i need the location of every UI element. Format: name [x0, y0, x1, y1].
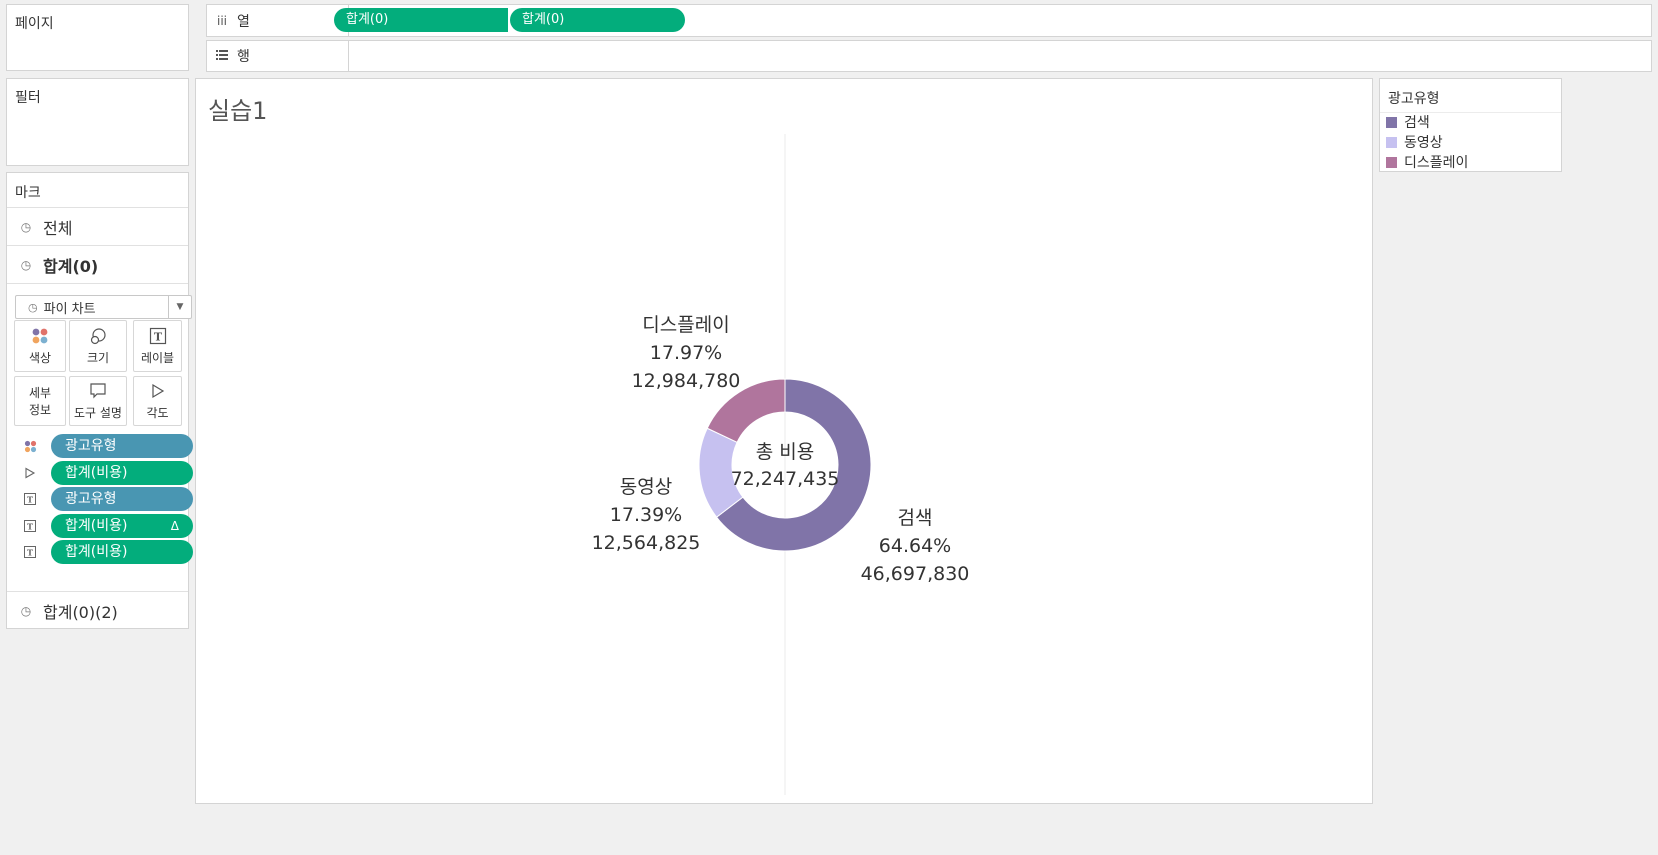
slice-label-value: 12,564,825 [591, 532, 701, 554]
size-button-label: 크기 [86, 350, 110, 365]
slice-label-category: 동영상 [619, 476, 673, 498]
center-title: 총 비용 [755, 441, 815, 463]
columns-label: 열 [237, 13, 250, 30]
tooltip-button[interactable]: 도구 설명 [69, 376, 127, 426]
label-icon: T [149, 327, 166, 344]
color-legend[interactable]: 광고유형 검색 동영상 디스플레이 [1379, 78, 1562, 172]
mark-pill-row: T 광고유형 [21, 487, 193, 511]
svg-text:T: T [27, 522, 33, 532]
filters-title: 필터 [15, 90, 41, 106]
pages-title: 페이지 [15, 16, 54, 32]
slice-label-category: 검색 [897, 507, 933, 529]
center-value: 72,247,435 [730, 468, 840, 490]
label-icon: T [23, 545, 37, 559]
divider [7, 283, 188, 284]
mark-pill-label-cost-pct-text: 합계(비용) [65, 518, 128, 534]
marks-layer-sum0[interactable]: ◷ 합계(0) [7, 245, 188, 284]
slice-label-category: 디스플레이 [642, 314, 730, 336]
angle-button[interactable]: 각도 [133, 376, 182, 426]
legend-item-label: 검색 [1404, 115, 1430, 131]
mark-pill-row: 광고유형 [21, 434, 193, 458]
color-button-label: 색상 [28, 350, 52, 365]
marks-title: 마크 [15, 185, 41, 201]
mark-pill-row: T 합계(비용) Δ [21, 514, 193, 538]
tooltip-button-label: 도구 설명 [74, 405, 122, 420]
angle-icon [23, 466, 37, 480]
chevron-down-icon[interactable]: ▼ [168, 296, 191, 318]
delta-icon: Δ [170, 519, 179, 533]
columns-pill-2[interactable]: 합계(0) [510, 8, 685, 32]
marks-card: 마크 ◷ 전체 ◷ 합계(0) ◷ 파이 차트 ▼ 색상 크기 T 레이블 세부… [6, 172, 193, 629]
mark-pill-color-adtype[interactable]: 광고유형 [51, 434, 193, 458]
tooltip-icon [90, 382, 106, 398]
marks-layer-sum0-2-label: 합계(0)(2) [43, 602, 118, 622]
svg-text:T: T [27, 548, 33, 558]
columns-pill-1[interactable]: 합계(0) [334, 8, 508, 32]
mark-type-label: 파이 차트 [43, 301, 96, 317]
slice-label-percent: 17.39% [609, 504, 683, 526]
marks-layer-all[interactable]: ◷ 전체 [7, 207, 188, 246]
pie-clock-icon: ◷ [20, 220, 32, 234]
detail-button-label-2: 정보 [28, 403, 52, 417]
legend-item-label: 동영상 [1404, 135, 1443, 151]
view-canvas[interactable]: 실습1 총 비용 72,247,435 디스플레이 17.97% 12,984,… [195, 78, 1373, 804]
legend-item-search[interactable]: 검색 [1386, 112, 1430, 132]
slice-label-percent: 64.64% [878, 535, 952, 557]
label-icon: T [23, 492, 37, 506]
columns-shelf-label: iii 열 [207, 5, 349, 36]
marks-layer-sum0-label: 합계(0) [43, 257, 99, 276]
mark-type-dropdown[interactable]: ◷ 파이 차트 ▼ [15, 295, 192, 319]
slice-label-search: 검색 64.64% 46,697,830 [845, 504, 985, 588]
legend-swatch [1386, 116, 1397, 128]
mark-pill-label-cost-pct[interactable]: 합계(비용) Δ [51, 514, 193, 538]
slice-label-value: 12,984,780 [631, 370, 741, 392]
marks-layer-sum0-2[interactable]: ◷ 합계(0)(2) [7, 591, 188, 629]
rows-label: 행 [237, 49, 250, 65]
svg-text:T: T [153, 330, 162, 343]
legend-swatch [1386, 156, 1397, 168]
color-dots-icon [23, 439, 37, 453]
svg-text:T: T [27, 495, 33, 505]
donut-center-label: 총 비용 72,247,435 [705, 439, 865, 493]
rows-icon [215, 49, 229, 63]
slice-label-video: 동영상 17.39% 12,564,825 [576, 473, 716, 557]
pie-clock-icon: ◷ [28, 300, 38, 314]
rows-shelf-label: 행 [207, 41, 349, 71]
color-dots-icon [32, 328, 48, 343]
pie-clock-icon: ◷ [20, 603, 32, 618]
legend-title: 광고유형 [1388, 91, 1440, 107]
pages-card[interactable]: 페이지 [6, 4, 189, 71]
slice-label-percent: 17.97% [649, 342, 723, 364]
legend-item-display[interactable]: 디스플레이 [1386, 152, 1468, 172]
mark-pill-angle-cost[interactable]: 합계(비용) [51, 461, 193, 485]
filters-card[interactable]: 필터 [6, 78, 189, 166]
slice-label-display: 디스플레이 17.97% 12,984,780 [616, 311, 756, 395]
angle-button-label: 각도 [146, 405, 169, 420]
size-button[interactable]: 크기 [69, 320, 127, 372]
rows-shelf[interactable]: 행 [206, 40, 1652, 72]
color-button[interactable]: 색상 [14, 320, 66, 372]
legend-item-label: 디스플레이 [1404, 155, 1469, 171]
slice-label-value: 46,697,830 [860, 563, 970, 585]
label-icon: T [23, 519, 37, 533]
mark-pill-label-cost[interactable]: 합계(비용) [51, 540, 193, 564]
legend-item-video[interactable]: 동영상 [1386, 132, 1443, 152]
label-button-label: 레이블 [140, 350, 175, 365]
detail-button-label-1: 세부 [28, 386, 52, 400]
marks-layer-all-label: 전체 [43, 219, 73, 238]
mark-pill-label-adtype[interactable]: 광고유형 [51, 487, 193, 511]
mark-pill-row: 합계(비용) [21, 461, 193, 485]
angle-icon [151, 383, 164, 398]
label-button[interactable]: T 레이블 [133, 320, 182, 372]
pie-clock-icon: ◷ [20, 258, 32, 272]
columns-icon: iii [216, 13, 227, 28]
detail-button[interactable]: 세부 정보 [14, 376, 66, 426]
legend-swatch [1386, 136, 1397, 148]
size-icon [90, 327, 106, 344]
mark-pill-row: T 합계(비용) [21, 540, 193, 564]
columns-shelf[interactable]: iii 열 합계(0) 합계(0) [206, 4, 1652, 37]
